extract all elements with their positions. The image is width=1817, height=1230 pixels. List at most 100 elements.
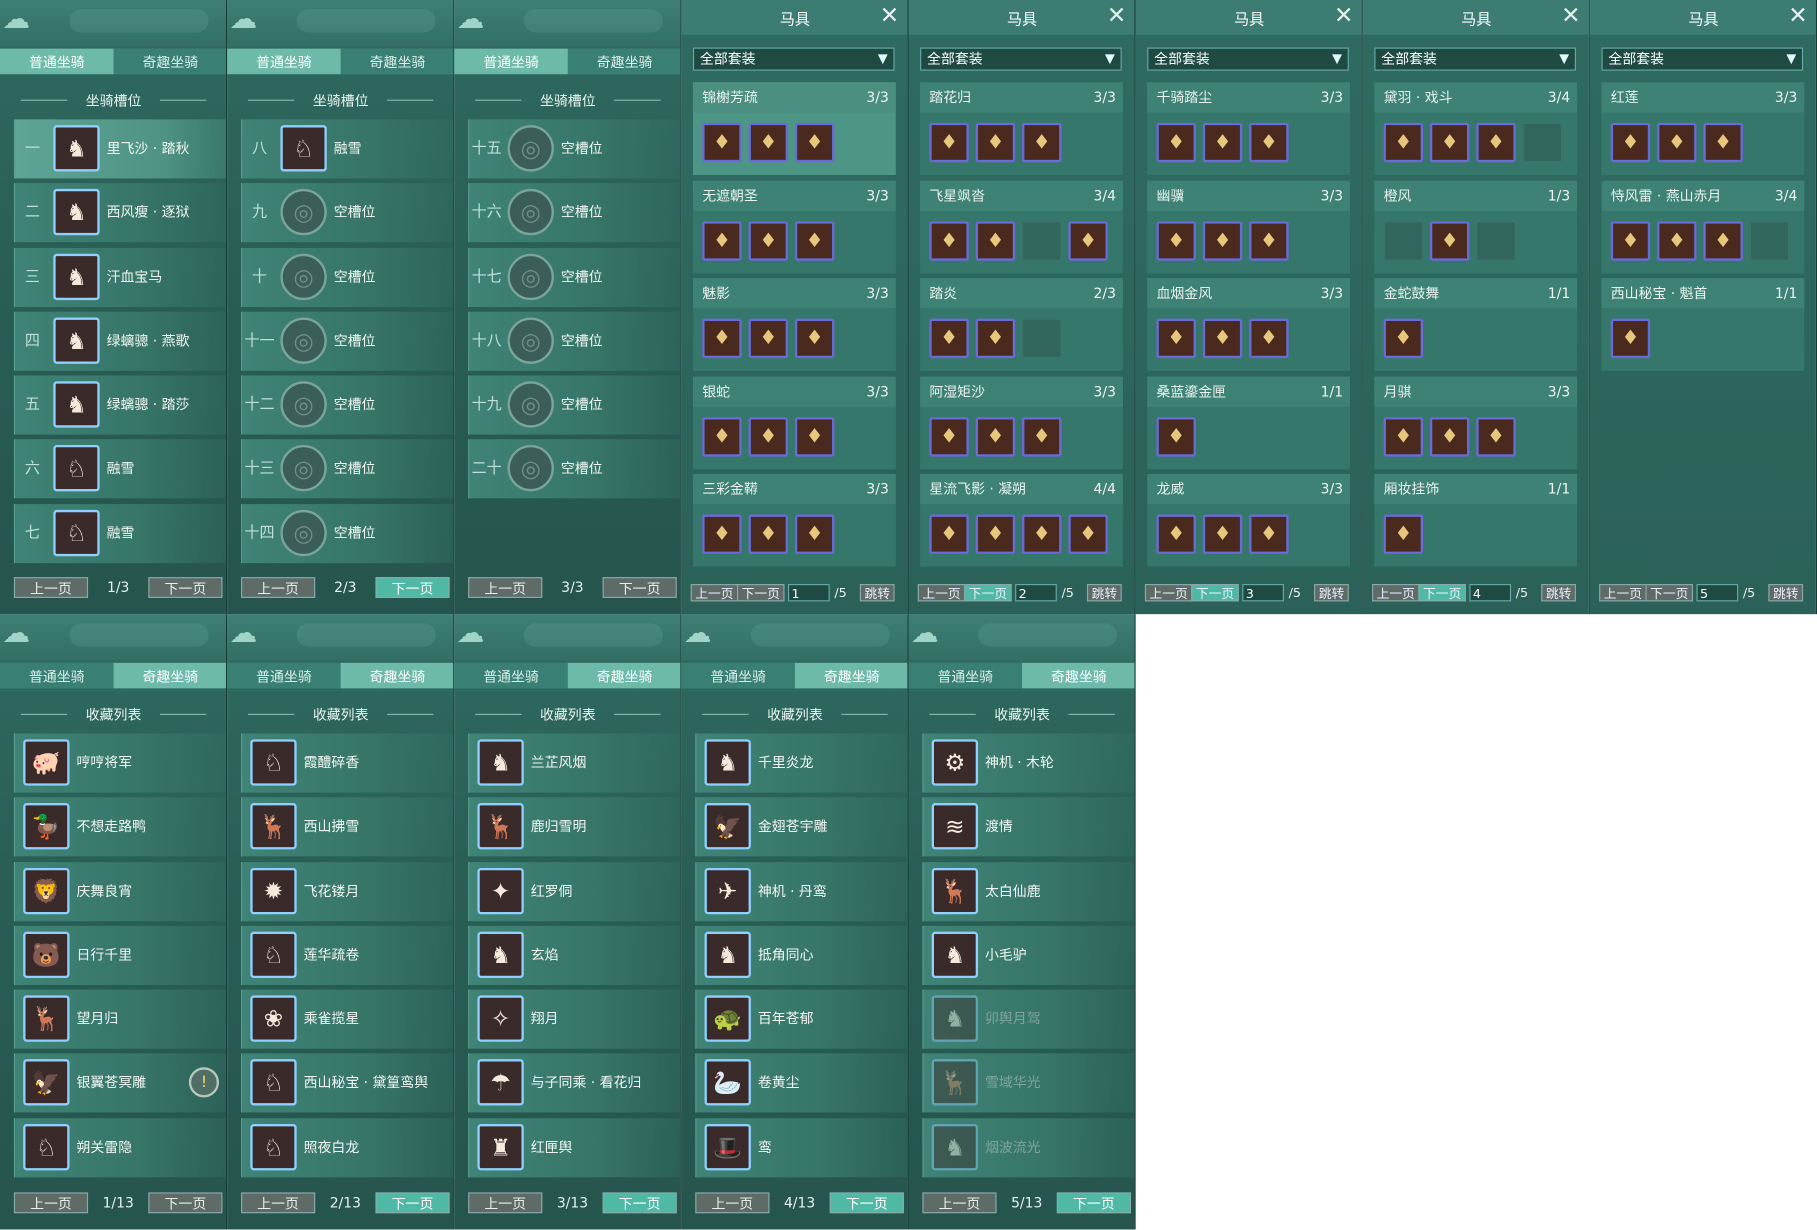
saddle-item-icon[interactable]: ♦ — [1383, 514, 1424, 554]
collect-row[interactable]: ✹ 飞花镂月 — [241, 861, 454, 921]
slot-row[interactable]: 十三 ◎ 空槽位 — [241, 439, 454, 499]
equip-set[interactable]: 黛羽 · 戏斗 3/4 ♦ ♦ ♦ — [1374, 82, 1578, 175]
next-page-button[interactable]: 下一页 — [1056, 1192, 1131, 1214]
saddle-item-icon[interactable]: ♦ — [1068, 220, 1108, 261]
collect-row[interactable]: ♞ 卯舆月驾 — [922, 989, 1135, 1049]
equip-set[interactable]: 飞星飒沓 3/4 ♦ ♦ ♦ — [920, 180, 1123, 273]
tab-normal-mount[interactable]: 普通坐骑 — [681, 662, 795, 689]
jump-button[interactable]: 跳转 — [1086, 584, 1122, 602]
saddle-item-icon[interactable]: ♦ — [929, 220, 969, 261]
slot-row[interactable]: 七 ♘ 融雪 — [13, 503, 226, 563]
tab-normal-mount[interactable]: 普通坐骑 — [0, 48, 114, 75]
saddle-item-icon[interactable]: ♦ — [1202, 220, 1243, 261]
saddle-item-icon[interactable]: ♦ — [702, 318, 742, 359]
saddle-item-icon[interactable]: ♦ — [1429, 416, 1470, 456]
slot-row[interactable]: 八 ♘ 融雪 — [241, 119, 454, 179]
collect-row[interactable]: 🦆 不想走路鸭 — [13, 797, 226, 857]
slot-row[interactable]: 十八 ◎ 空槽位 — [468, 311, 681, 371]
tab-fun-mount[interactable]: 奇趣坐骑 — [567, 662, 681, 689]
slot-row[interactable]: 三 ♞ 汗血宝马 — [13, 247, 226, 307]
collect-row[interactable]: ≋ 渡情 — [922, 797, 1135, 857]
collect-row[interactable]: ♜ 红匣舆 — [468, 1117, 681, 1178]
slot-row[interactable]: 一 ♞ 里飞沙 · 踏秋 — [13, 119, 226, 179]
slot-row[interactable]: 二 ♞ 西风瘦 · 逐狱 — [13, 183, 226, 243]
collect-row[interactable]: 🐻 日行千里 — [13, 925, 226, 985]
equip-set[interactable]: 金蛇鼓舞 1/1 ♦ — [1374, 278, 1578, 371]
saddle-item-icon[interactable]: ♦ — [1202, 318, 1243, 359]
slot-row[interactable]: 十七 ◎ 空槽位 — [468, 247, 681, 307]
prev-page-button[interactable]: 上一页 — [917, 584, 966, 602]
saddle-item-icon[interactable]: ♦ — [1202, 514, 1243, 554]
saddle-item-icon[interactable]: ♦ — [1610, 122, 1651, 163]
saddle-item-icon[interactable]: ♦ — [794, 416, 835, 456]
prev-page-button[interactable]: 上一页 — [468, 1192, 543, 1214]
tab-fun-mount[interactable]: 奇趣坐骑 — [567, 48, 681, 75]
slot-row[interactable]: 十 ◎ 空槽位 — [241, 247, 454, 307]
saddle-item-icon[interactable]: ♦ — [1610, 318, 1651, 359]
collect-row[interactable]: ♘ 朔关雷隐 — [13, 1117, 226, 1178]
prev-page-button[interactable]: 上一页 — [695, 1192, 770, 1214]
next-page-button[interactable]: 下一页 — [148, 1192, 223, 1214]
saddle-item-icon[interactable]: ♦ — [1068, 514, 1108, 554]
equip-set[interactable]: 踏炎 2/3 ♦ ♦ — [920, 278, 1123, 371]
saddle-item-icon[interactable]: ♦ — [1383, 318, 1424, 359]
prev-page-button[interactable]: 上一页 — [922, 1192, 997, 1214]
jump-button[interactable]: 跳转 — [1541, 584, 1576, 602]
tab-normal-mount[interactable]: 普通坐骑 — [454, 48, 568, 75]
saddle-item-icon[interactable]: ♦ — [1156, 318, 1196, 359]
slot-row[interactable]: 二十 ◎ 空槽位 — [468, 439, 681, 499]
saddle-item-icon[interactable]: ♦ — [929, 318, 969, 359]
collect-row[interactable]: 🦌 太白仙鹿 — [922, 861, 1135, 921]
close-icon[interactable]: ✕ — [1334, 2, 1353, 27]
equip-set[interactable]: 血烟金风 3/3 ♦ ♦ ♦ — [1147, 278, 1351, 371]
saddle-item-icon[interactable]: ♦ — [702, 514, 742, 554]
equip-set[interactable]: 锦榭芳疏 3/3 ♦ ♦ ♦ — [692, 82, 896, 175]
equip-set[interactable]: 恃风雷 · 燕山赤月 3/4 ♦ ♦ ♦ — [1601, 180, 1805, 273]
page-input[interactable]: 2 — [1015, 584, 1057, 602]
next-page-button[interactable]: 下一页 — [1645, 584, 1694, 602]
next-page-button[interactable]: 下一页 — [1191, 584, 1239, 602]
prev-page-button[interactable]: 上一页 — [13, 1192, 89, 1214]
collect-row[interactable]: ♞ 千里炎龙 — [695, 733, 908, 793]
next-page-button[interactable]: 下一页 — [375, 577, 450, 598]
tab-normal-mount[interactable]: 普通坐骑 — [908, 662, 1023, 689]
tab-fun-mount[interactable]: 奇趣坐骑 — [340, 662, 454, 689]
saddle-item-icon[interactable]: ♦ — [975, 220, 1016, 261]
saddle-item-icon[interactable]: ♦ — [748, 416, 788, 456]
collect-row[interactable]: ✦ 红罗侗 — [468, 861, 681, 921]
close-icon[interactable]: ✕ — [1788, 2, 1807, 27]
jump-button[interactable]: 跳转 — [859, 584, 895, 602]
next-page-button[interactable]: 下一页 — [148, 577, 223, 598]
next-page-button[interactable]: 下一页 — [964, 584, 1012, 602]
next-page-button[interactable]: 下一页 — [602, 577, 677, 598]
prev-page-button[interactable]: 上一页 — [690, 584, 739, 602]
collect-row[interactable]: 🎩 鸾 — [695, 1117, 908, 1178]
equip-set[interactable]: 三彩金鞯 3/3 ♦ ♦ ♦ — [692, 473, 896, 567]
collect-row[interactable]: 🦅 金翅苍宇雕 — [695, 797, 908, 857]
saddle-item-icon[interactable]: ♦ — [1022, 514, 1062, 554]
collect-row[interactable]: ☂ 与子同乘 · 看花归 — [468, 1053, 681, 1114]
saddle-item-icon[interactable]: ♦ — [702, 416, 742, 456]
empty-item-slot[interactable] — [1022, 220, 1062, 261]
equip-set[interactable]: 千骑踏尘 3/3 ♦ ♦ ♦ — [1147, 82, 1351, 175]
saddle-item-icon[interactable]: ♦ — [1657, 122, 1697, 163]
tab-fun-mount[interactable]: 奇趣坐骑 — [113, 48, 226, 75]
prev-page-button[interactable]: 上一页 — [468, 577, 543, 598]
collect-row[interactable]: ♘ 西山秘宝 · 黛篁鸾舆 — [241, 1053, 454, 1114]
empty-item-slot[interactable] — [1522, 122, 1563, 163]
next-page-button[interactable]: 下一页 — [602, 1192, 677, 1214]
collect-row[interactable]: 🦌 鹿归雪明 — [468, 797, 681, 857]
prev-page-button[interactable]: 上一页 — [13, 577, 89, 598]
prev-page-button[interactable]: 上一页 — [241, 577, 316, 598]
saddle-item-icon[interactable]: ♦ — [1383, 416, 1424, 456]
saddle-item-icon[interactable]: ♦ — [1156, 122, 1196, 163]
equip-set[interactable]: 西山秘宝 · 魁首 1/1 ♦ — [1601, 278, 1805, 371]
set-filter-dropdown[interactable]: 全部套装 ▼ — [1147, 47, 1349, 71]
prev-page-button[interactable]: 上一页 — [1144, 584, 1193, 602]
saddle-item-icon[interactable]: ♦ — [1610, 220, 1651, 261]
slot-row[interactable]: 六 ♘ 融雪 — [13, 439, 226, 499]
next-page-button[interactable]: 下一页 — [375, 1192, 450, 1214]
slot-row[interactable]: 十二 ◎ 空槽位 — [241, 375, 454, 435]
collect-row[interactable]: ✧ 翔月 — [468, 989, 681, 1049]
saddle-item-icon[interactable]: ♦ — [702, 122, 742, 163]
